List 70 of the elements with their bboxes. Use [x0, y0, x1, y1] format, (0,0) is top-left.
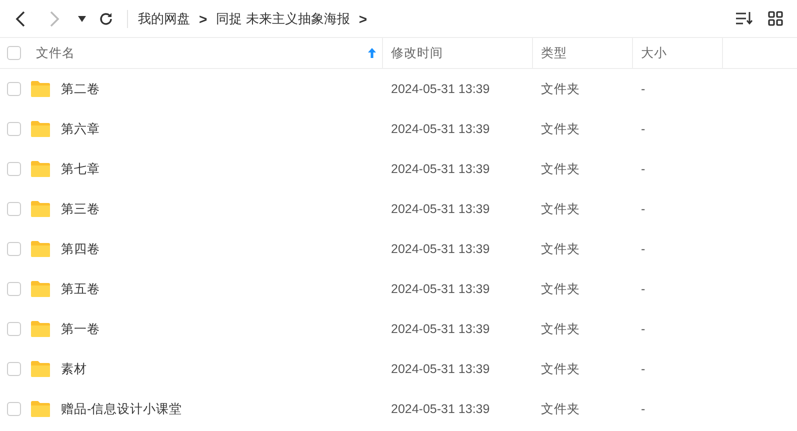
row-checkbox[interactable]	[7, 202, 21, 216]
file-size: -	[641, 162, 646, 176]
file-type: 文件夹	[541, 360, 580, 378]
file-name[interactable]: 赠品-信息设计小课堂	[61, 400, 182, 418]
select-all-checkbox[interactable]	[7, 46, 21, 60]
folder-icon	[30, 360, 51, 378]
folder-icon	[30, 240, 51, 258]
file-type: 文件夹	[541, 280, 580, 298]
file-type: 文件夹	[541, 200, 580, 218]
file-name[interactable]: 第四卷	[61, 240, 100, 258]
folder-icon	[30, 320, 51, 338]
modified-time: 2024-05-31 13:39	[391, 282, 490, 296]
modified-time: 2024-05-31 13:39	[391, 162, 490, 176]
file-type: 文件夹	[541, 240, 580, 258]
modified-time: 2024-05-31 13:39	[391, 202, 490, 216]
breadcrumb-separator: >	[358, 10, 367, 26]
modified-time: 2024-05-31 13:39	[391, 122, 490, 136]
file-name[interactable]: 素材	[61, 360, 87, 378]
folder-icon	[30, 400, 51, 418]
modified-time: 2024-05-31 13:39	[391, 362, 490, 376]
row-checkbox[interactable]	[7, 82, 21, 96]
file-size: -	[641, 322, 646, 336]
column-header[interactable]: 修改时间	[391, 44, 443, 62]
file-name[interactable]: 第五卷	[61, 280, 100, 298]
file-size: -	[641, 402, 646, 416]
folder-icon	[30, 80, 51, 98]
row-checkbox[interactable]	[7, 162, 21, 176]
row-checkbox[interactable]	[7, 282, 21, 296]
file-type: 文件夹	[541, 320, 580, 338]
breadcrumb-separator: >	[199, 10, 208, 26]
file-size: -	[641, 202, 646, 216]
file-type: 文件夹	[541, 80, 580, 98]
breadcrumb-item[interactable]: 我的网盘	[138, 10, 190, 28]
folder-icon	[30, 160, 51, 178]
sort-icon	[736, 12, 752, 25]
modified-time: 2024-05-31 13:39	[391, 322, 490, 336]
row-checkbox[interactable]	[7, 402, 21, 416]
caret-icon	[78, 16, 86, 22]
folder-icon	[30, 200, 51, 218]
file-size: -	[641, 242, 646, 256]
grid-icon	[768, 11, 782, 26]
column-header[interactable]: 类型	[541, 44, 567, 62]
file-type: 文件夹	[541, 160, 580, 178]
row-checkbox[interactable]	[7, 362, 21, 376]
file-name[interactable]: 第一卷	[61, 320, 100, 338]
file-size: -	[641, 122, 646, 136]
column-header[interactable]: 文件名	[36, 44, 75, 62]
modified-time: 2024-05-31 13:39	[391, 82, 490, 96]
folder-icon	[30, 120, 51, 138]
file-type: 文件夹	[541, 400, 580, 418]
file-name[interactable]: 第七章	[61, 160, 100, 178]
row-checkbox[interactable]	[7, 242, 21, 256]
row-checkbox[interactable]	[7, 322, 21, 336]
forward-icon	[50, 10, 60, 26]
file-size: -	[641, 82, 646, 96]
grid-view-button[interactable]	[766, 8, 784, 28]
refresh-icon	[99, 12, 113, 26]
column-header[interactable]: 大小	[641, 44, 667, 62]
breadcrumb-item[interactable]: 同捉 未来主义抽象海报	[216, 10, 350, 28]
back-icon	[15, 10, 25, 26]
file-type: 文件夹	[541, 120, 580, 138]
file-name[interactable]: 第六章	[61, 120, 100, 138]
file-size: -	[641, 282, 646, 296]
file-name[interactable]: 第三卷	[61, 200, 100, 218]
file-name[interactable]: 第二卷	[61, 80, 100, 98]
file-size: -	[641, 362, 646, 376]
row-checkbox[interactable]	[7, 122, 21, 136]
modified-time: 2024-05-31 13:39	[391, 402, 490, 416]
folder-icon	[30, 280, 51, 298]
modified-time: 2024-05-31 13:39	[391, 242, 490, 256]
